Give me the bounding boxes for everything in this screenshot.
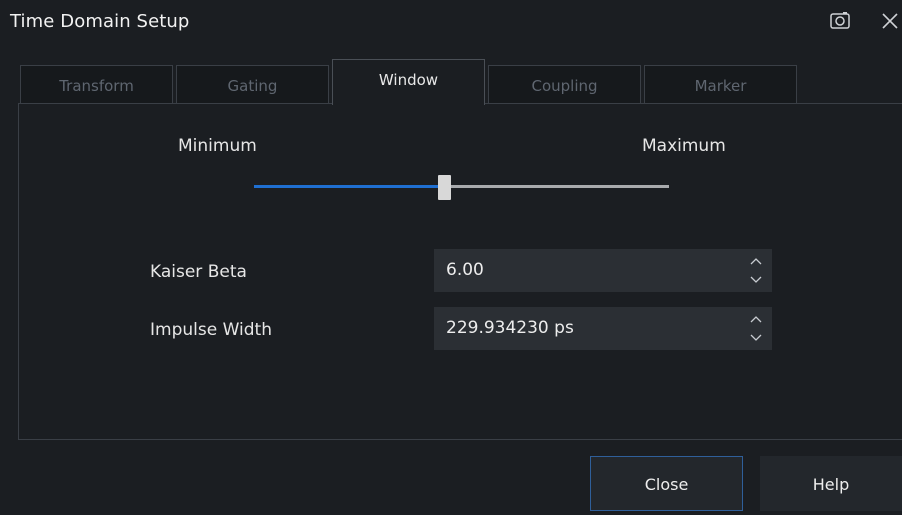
tab-coupling[interactable]: Coupling bbox=[488, 65, 641, 103]
close-icon[interactable] bbox=[878, 9, 902, 33]
chevron-down-icon[interactable] bbox=[748, 331, 764, 345]
tab-window[interactable]: Window bbox=[332, 59, 485, 105]
slider-max-label: Maximum bbox=[642, 136, 726, 156]
impulse-width-value[interactable]: 229.934230 ps bbox=[446, 318, 574, 338]
chevron-up-icon[interactable] bbox=[748, 254, 764, 268]
tab-transform[interactable]: Transform bbox=[20, 65, 173, 103]
kaiser-beta-field[interactable]: 6.00 bbox=[434, 249, 772, 292]
window-slider-track[interactable] bbox=[254, 185, 669, 188]
kaiser-beta-label: Kaiser Beta bbox=[150, 262, 247, 282]
window-slider-fill bbox=[254, 185, 445, 188]
impulse-width-label: Impulse Width bbox=[150, 320, 272, 340]
tab-marker[interactable]: Marker bbox=[644, 65, 797, 103]
chevron-down-icon[interactable] bbox=[748, 273, 764, 287]
tab-gating[interactable]: Gating bbox=[176, 65, 329, 103]
close-button[interactable]: Close bbox=[590, 456, 743, 511]
impulse-width-field[interactable]: 229.934230 ps bbox=[434, 307, 772, 350]
tab-bar: Transform Gating Window Coupling Marker bbox=[20, 59, 902, 105]
chevron-up-icon[interactable] bbox=[748, 312, 764, 326]
dialog-title: Time Domain Setup bbox=[10, 11, 190, 32]
title-bar: Time Domain Setup bbox=[0, 0, 902, 46]
kaiser-beta-value[interactable]: 6.00 bbox=[446, 260, 484, 280]
slider-min-label: Minimum bbox=[178, 136, 257, 156]
help-button[interactable]: Help bbox=[760, 456, 902, 511]
camera-icon[interactable] bbox=[828, 9, 852, 33]
window-slider-thumb[interactable] bbox=[438, 175, 451, 200]
